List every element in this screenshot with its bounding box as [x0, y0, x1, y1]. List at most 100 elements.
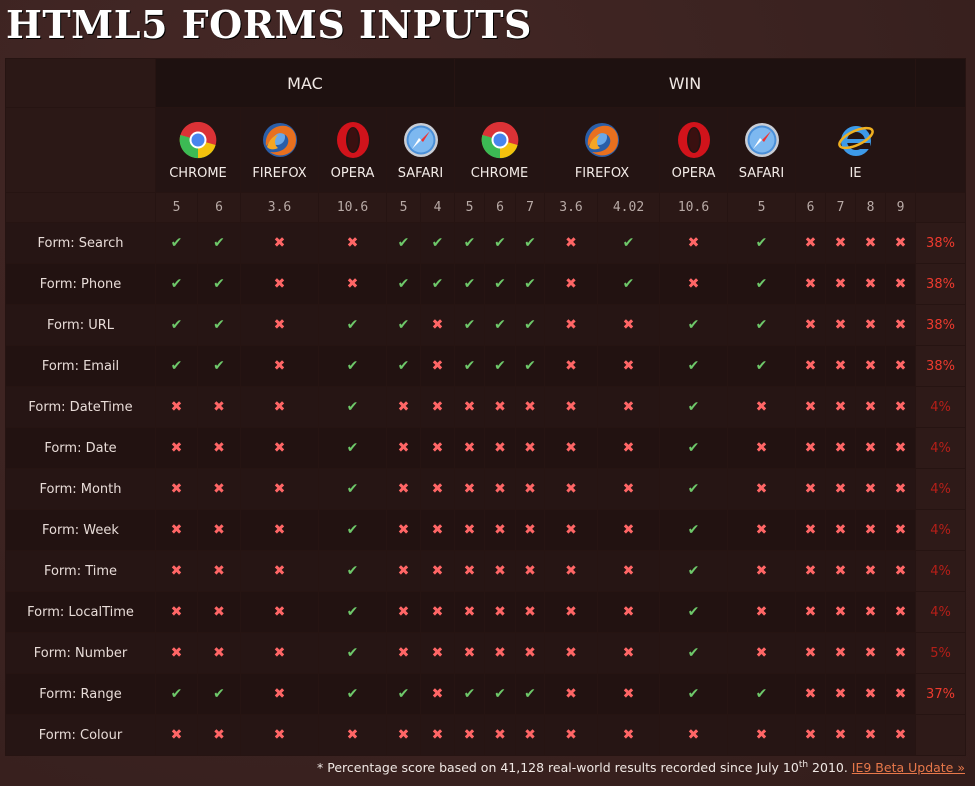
- support-cell: ✖: [855, 345, 886, 387]
- cross-icon: ✖: [864, 276, 877, 292]
- cross-icon: ✖: [494, 399, 506, 415]
- support-cell: ✖: [386, 509, 421, 551]
- cross-icon: ✖: [565, 645, 577, 661]
- percentage-score: 4%: [915, 427, 966, 469]
- cross-icon: ✖: [463, 645, 476, 661]
- cross-icon: ✖: [170, 727, 183, 743]
- check-icon: ✔: [170, 686, 183, 702]
- percentage-score: 38%: [915, 263, 966, 305]
- table-row: Form: Phone ✔ ✔ ✖ ✖ ✔ ✔ ✔ ✔ ✔ ✖ ✔ ✖ ✔ ✖ ✖ ✖ ✖ 38%: [5, 263, 966, 305]
- support-cell: ✖: [515, 427, 545, 469]
- feature-label: Form: Search: [5, 222, 156, 264]
- support-cell: ✔: [727, 304, 796, 346]
- cross-icon: ✖: [463, 727, 476, 743]
- cross-icon: ✖: [622, 645, 635, 661]
- cross-icon: ✖: [864, 317, 877, 333]
- support-cell: ✖: [885, 427, 916, 469]
- cross-icon: ✖: [565, 727, 577, 743]
- percentage-score: 38%: [915, 304, 966, 346]
- version-label: 9: [885, 192, 916, 223]
- check-icon: ✔: [755, 235, 768, 251]
- cross-icon: ✖: [834, 563, 847, 579]
- check-icon: ✔: [494, 317, 506, 333]
- version-label: 4.02: [597, 192, 660, 223]
- support-cell: ✖: [727, 386, 796, 428]
- feature-label: Form: LocalTime: [5, 591, 156, 633]
- table-row: Form: LocalTime ✖ ✖ ✖ ✔ ✖ ✖ ✖ ✖ ✖ ✖ ✖ ✔ ✖ ✖ ✖ ✖ ✖ 4%: [5, 591, 966, 633]
- cross-icon: ✖: [894, 317, 907, 333]
- support-cell: ✖: [597, 591, 660, 633]
- check-icon: ✔: [494, 276, 506, 292]
- table-row: Form: Colour ✖ ✖ ✖ ✖ ✖ ✖ ✖ ✖ ✖ ✖ ✖ ✖ ✖ ✖ ✖ ✖ ✖: [5, 714, 966, 756]
- support-cell: ✖: [825, 386, 856, 428]
- cross-icon: ✖: [431, 440, 444, 456]
- support-cell: ✔: [727, 673, 796, 715]
- footer-text: * Percentage score based on 41,128 real-…: [317, 760, 799, 776]
- support-cell: ✔: [454, 222, 485, 264]
- cross-icon: ✖: [273, 604, 286, 620]
- support-cell: ✖: [454, 468, 485, 510]
- support-cell: ✔: [318, 509, 387, 551]
- check-icon: ✔: [494, 358, 506, 374]
- cross-icon: ✖: [804, 276, 817, 292]
- support-cell: ✖: [240, 591, 319, 633]
- cross-icon: ✖: [804, 399, 817, 415]
- support-cell: ✖: [484, 386, 516, 428]
- support-cell: ✔: [318, 304, 387, 346]
- cross-icon: ✖: [834, 686, 847, 702]
- cross-icon: ✖: [622, 522, 635, 538]
- ie9-update-link[interactable]: IE9 Beta Update »: [852, 760, 965, 775]
- support-cell: ✖: [544, 509, 598, 551]
- version-label: 3.6: [544, 192, 598, 223]
- cross-icon: ✖: [170, 440, 183, 456]
- percentage-score: [915, 714, 966, 756]
- support-cell: ✖: [825, 714, 856, 756]
- cross-icon: ✖: [213, 604, 225, 620]
- support-cell: ✖: [240, 673, 319, 715]
- cross-icon: ✖: [565, 358, 577, 374]
- opera-icon: [320, 120, 386, 160]
- cross-icon: ✖: [463, 563, 476, 579]
- support-cell: ✖: [197, 468, 241, 510]
- support-cell: ✔: [197, 304, 241, 346]
- check-icon: ✔: [346, 440, 359, 456]
- version-label: 10.6: [318, 192, 387, 223]
- cross-icon: ✖: [864, 645, 877, 661]
- support-cell: ✖: [318, 222, 387, 264]
- feature-label: Form: Week: [5, 509, 156, 551]
- support-cell: ✖: [597, 345, 660, 387]
- support-cell: ✔: [420, 263, 455, 305]
- support-cell: ✔: [318, 386, 387, 428]
- support-cell: ✖: [515, 509, 545, 551]
- version-label: 6: [197, 192, 241, 223]
- cross-icon: ✖: [273, 727, 286, 743]
- cross-icon: ✖: [687, 727, 700, 743]
- cross-icon: ✖: [622, 440, 635, 456]
- ie-icon: [797, 120, 915, 160]
- check-icon: ✔: [346, 481, 359, 497]
- cross-icon: ✖: [346, 276, 359, 292]
- support-cell: ✖: [484, 714, 516, 756]
- version-label: 4: [420, 192, 455, 223]
- support-cell: ✔: [484, 673, 516, 715]
- cross-icon: ✖: [834, 604, 847, 620]
- support-cell: ✖: [240, 550, 319, 592]
- footer-sup: th: [798, 760, 809, 770]
- support-cell: ✖: [825, 304, 856, 346]
- support-cell: ✖: [197, 386, 241, 428]
- cross-icon: ✖: [524, 481, 536, 497]
- cross-icon: ✖: [494, 604, 506, 620]
- support-cell: ✖: [240, 304, 319, 346]
- check-icon: ✔: [346, 563, 359, 579]
- support-cell: ✔: [386, 263, 421, 305]
- percentage-score: 4%: [915, 550, 966, 592]
- cross-icon: ✖: [431, 727, 444, 743]
- feature-label: Form: Colour: [5, 714, 156, 756]
- cross-icon: ✖: [565, 276, 577, 292]
- cross-icon: ✖: [804, 358, 817, 374]
- check-icon: ✔: [524, 686, 536, 702]
- support-cell: ✖: [885, 222, 916, 264]
- support-cell: ✔: [515, 345, 545, 387]
- support-cell: ✖: [454, 386, 485, 428]
- cross-icon: ✖: [397, 440, 410, 456]
